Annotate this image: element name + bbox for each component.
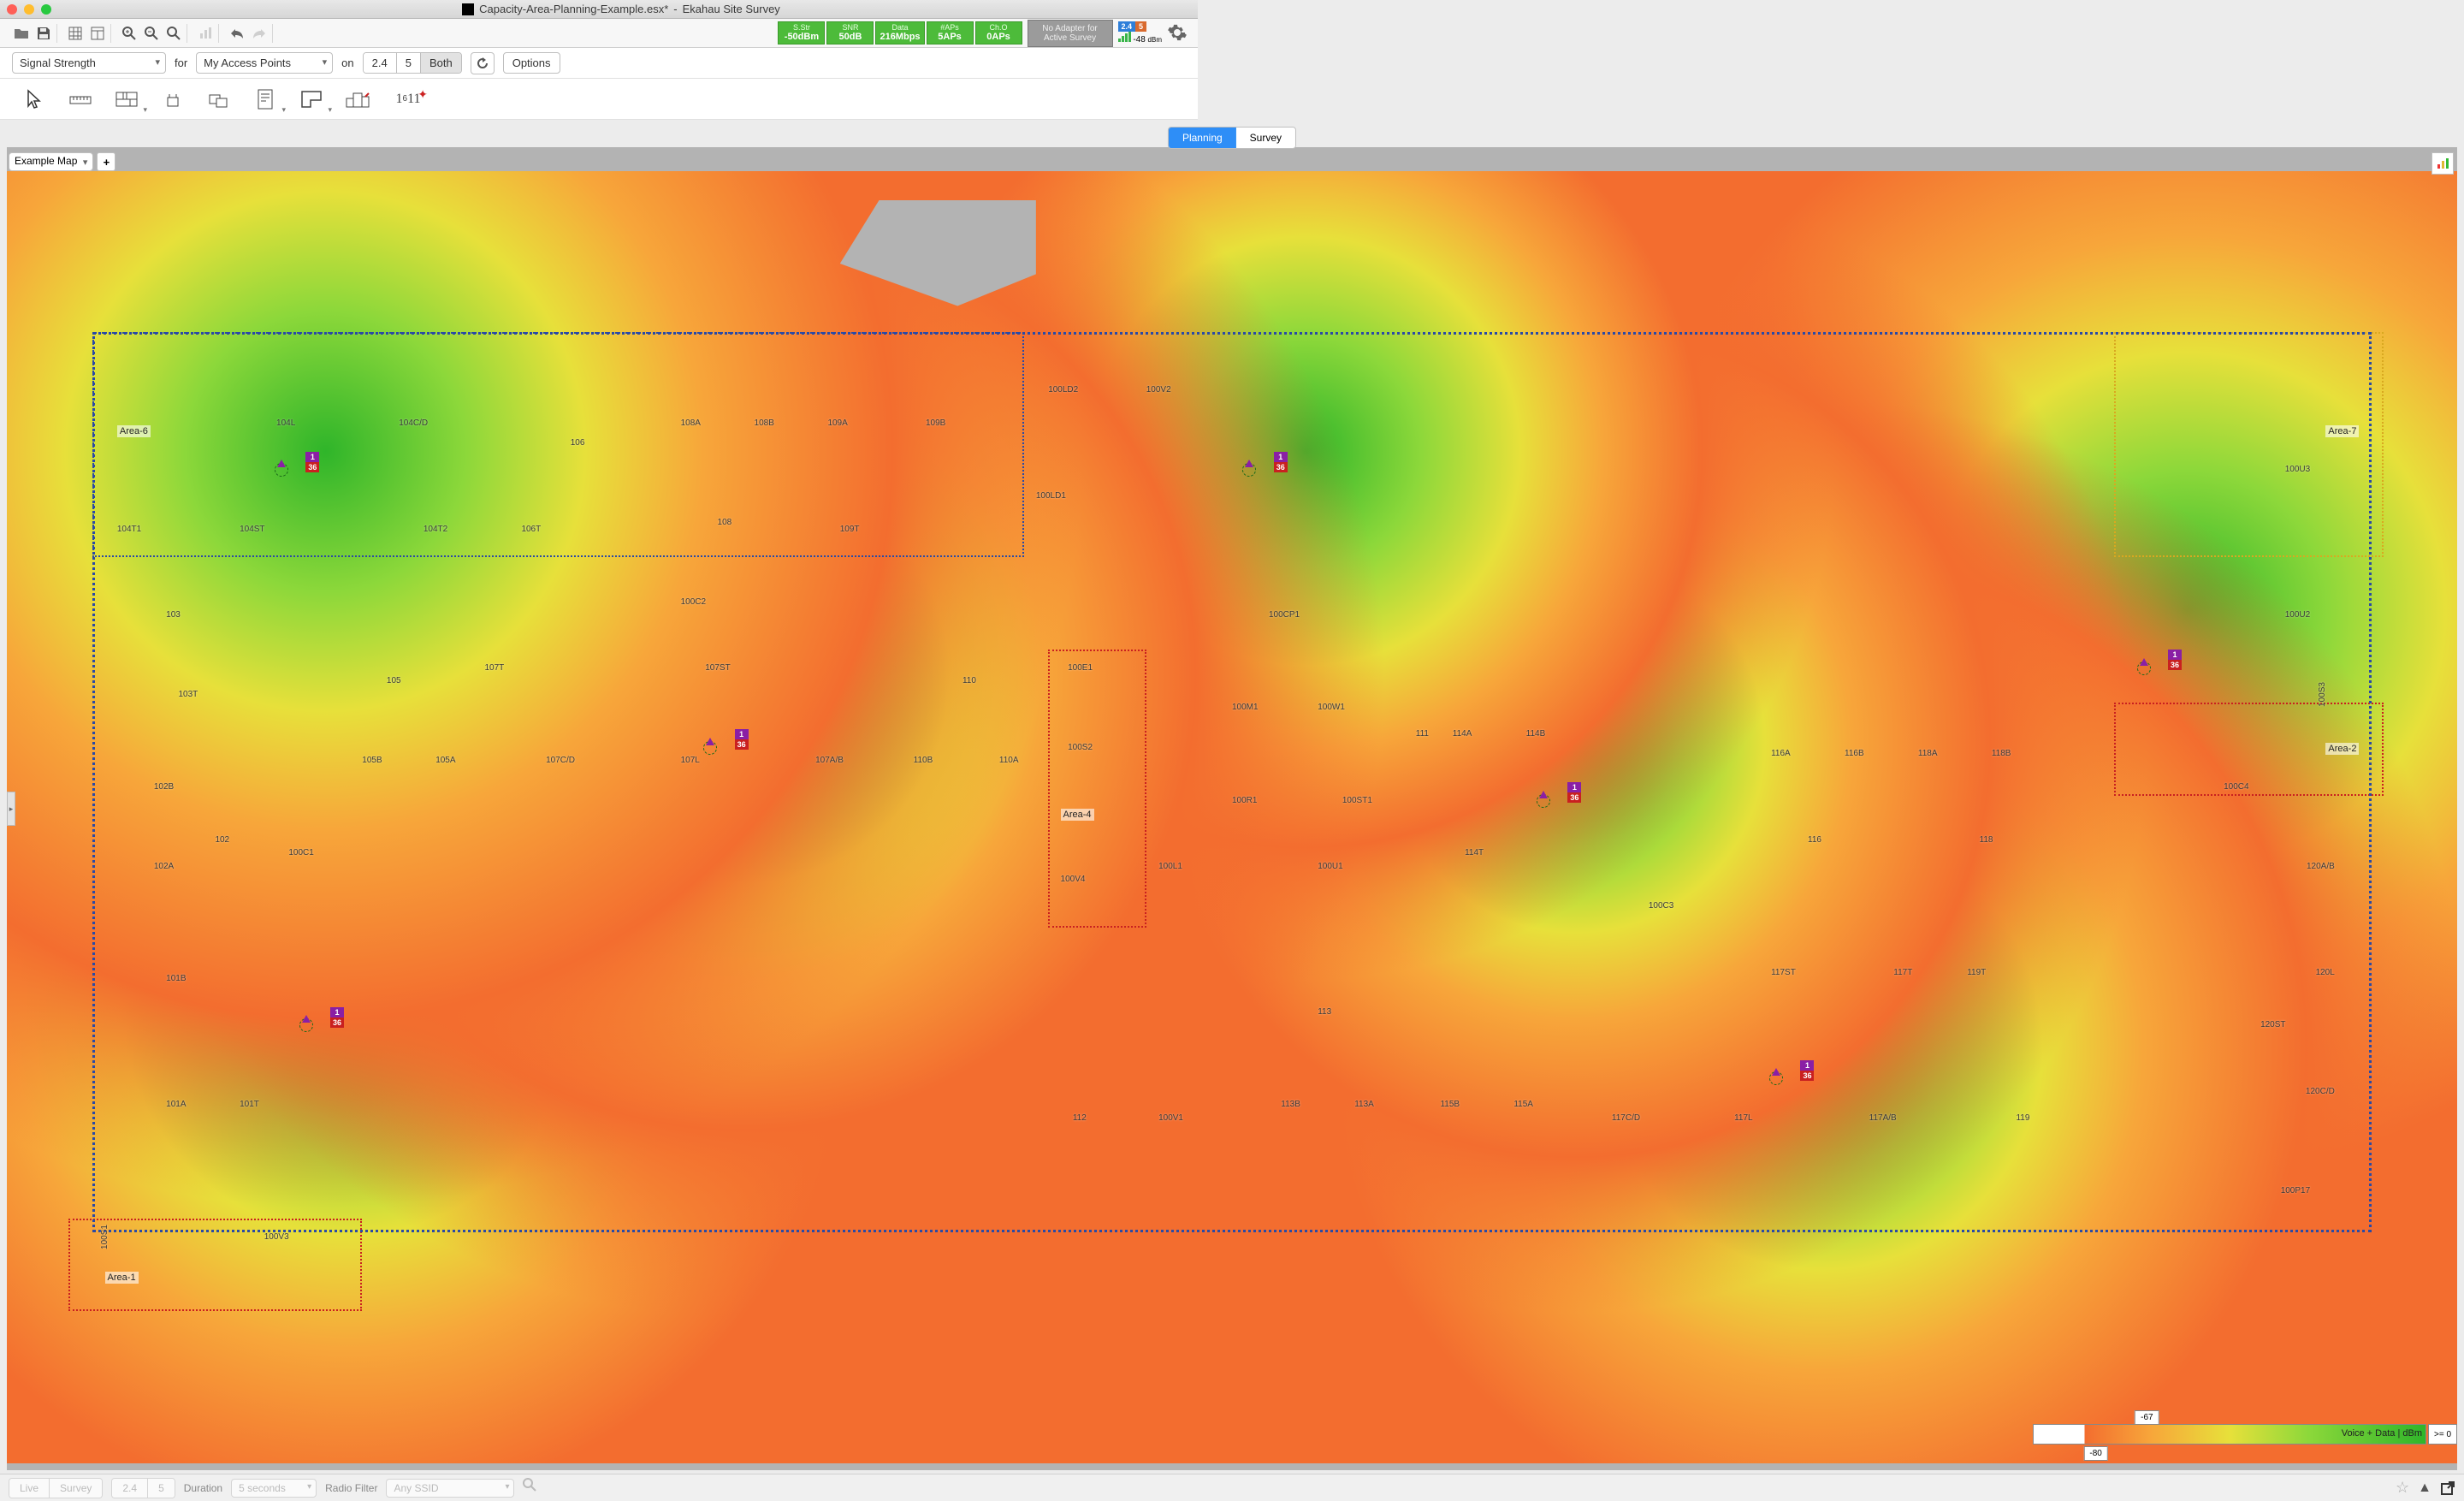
popout-icon[interactable] [2440, 1480, 2455, 1496]
map-selector: Example Map + [9, 152, 116, 171]
ap-4-channels: 136 [1567, 782, 1581, 803]
mode-live[interactable]: Live [9, 1479, 50, 1498]
scale-tool-icon[interactable] [67, 86, 94, 113]
band-indicator: 2.45 -48 dBm [1118, 22, 1162, 44]
refresh-icon[interactable] [471, 52, 495, 74]
capture-5[interactable]: 5 [148, 1479, 175, 1498]
for-label: for [175, 56, 187, 69]
duration-select[interactable]: 5 seconds [231, 1479, 317, 1498]
window-title: Capacity-Area-Planning-Example.esx* - Ek… [51, 3, 1191, 15]
adapter-status: No Adapter for Active Survey [1028, 20, 1113, 47]
grid-icon[interactable] [66, 24, 85, 43]
tab-planning[interactable]: Planning [1169, 128, 1236, 148]
close-button[interactable] [7, 4, 17, 15]
zoom-out-icon[interactable] [142, 24, 161, 43]
ap-2[interactable] [1244, 465, 1254, 475]
signal-legend: -67 Voice + Data | dBm -80 [2033, 1424, 2426, 1445]
settings-icon[interactable] [1167, 22, 1189, 44]
channel-tool-icon[interactable]: 1611✦ [390, 86, 426, 113]
mode-survey[interactable]: Survey [50, 1479, 102, 1498]
ssid-filter-select[interactable]: Any SSID [386, 1479, 514, 1498]
title-filename: Capacity-Area-Planning-Example.esx* [479, 3, 668, 15]
radiofilter-label: Radio Filter [325, 1482, 377, 1494]
map-canvas[interactable]: ▸ Example Map + Area-6 Area-7 Area-2 Are… [7, 147, 2457, 1470]
zoom-in-icon[interactable] [120, 24, 139, 43]
bottom-bar: Live Survey 2.4 5 Duration 5 seconds Rad… [0, 1474, 2464, 1501]
area-1-label: Area-1 [105, 1272, 139, 1284]
main-area-region[interactable] [92, 332, 2372, 1231]
table-icon[interactable] [88, 24, 107, 43]
on-label: on [341, 56, 353, 69]
main-toolbar: S.Str-50dBm SNR50dB Data216Mbps #APs5APs… [0, 19, 1198, 48]
ap-7[interactable] [2139, 663, 2149, 673]
ap-select[interactable]: My Access Points [196, 52, 333, 74]
area-tool-icon[interactable] [298, 86, 325, 113]
search-icon[interactable] [523, 1478, 543, 1498]
area-1-region[interactable] [68, 1219, 363, 1311]
chart-icon[interactable] [196, 24, 215, 43]
wall-tool-icon[interactable] [113, 86, 140, 113]
ap-tool-icon[interactable] [159, 86, 187, 113]
band-both[interactable]: Both [421, 53, 461, 73]
map-tools: 1611✦ [0, 79, 1198, 120]
ap-1[interactable] [276, 465, 287, 475]
ap-6[interactable] [1771, 1073, 1781, 1083]
visualization-select[interactable]: Signal Strength [12, 52, 166, 74]
ap-5[interactable] [301, 1020, 311, 1030]
mode-tabs: Planning Survey [1168, 127, 1296, 149]
status-snr: SNR50dB [826, 21, 874, 45]
tab-survey[interactable]: Survey [1236, 128, 1295, 148]
ap-5-channels: 136 [330, 1007, 344, 1028]
options-button[interactable]: Options [503, 52, 560, 74]
status-boxes: S.Str-50dBm SNR50dB Data216Mbps #APs5APs… [778, 21, 1022, 45]
minimize-button[interactable] [24, 4, 34, 15]
redo-icon[interactable] [250, 24, 269, 43]
band-24[interactable]: 2.4 [364, 53, 397, 73]
band-segment[interactable]: 2.4 5 Both [363, 52, 462, 74]
zoom-fit-icon[interactable] [164, 24, 183, 43]
report-tool-icon[interactable] [252, 86, 279, 113]
ap-7-channels: 136 [2168, 650, 2182, 670]
legend-marker-67[interactable]: -67 [2135, 1410, 2159, 1425]
sidebar-expand-handle[interactable]: ▸ [7, 792, 15, 826]
band-5[interactable]: 5 [397, 53, 421, 73]
legend-gradient: Voice + Data | dBm [2033, 1424, 2426, 1445]
title-appname: Ekahau Site Survey [683, 3, 780, 15]
maximize-button[interactable] [41, 4, 51, 15]
filter-bar: Signal Strength for My Access Points on … [0, 48, 1198, 79]
ap-4[interactable] [1538, 796, 1549, 806]
status-sstr: S.Str-50dBm [778, 21, 825, 45]
capture-24[interactable]: 2.4 [112, 1479, 148, 1498]
app-icon [462, 3, 474, 15]
capture-band-segment: 2.4 5 [111, 1478, 175, 1498]
ap-3-channels: 136 [735, 729, 749, 750]
status-cho: Ch.O0APs [975, 21, 1022, 45]
capture-mode-segment: Live Survey [9, 1478, 103, 1498]
window-controls [7, 4, 51, 15]
collapse-up-icon[interactable]: ▲ [2418, 1480, 2431, 1496]
ap-3[interactable] [705, 743, 715, 753]
titlebar: Capacity-Area-Planning-Example.esx* - Ek… [0, 0, 1198, 19]
building-tool-icon[interactable] [344, 86, 371, 113]
save-icon[interactable] [34, 24, 53, 43]
legend-toggle-icon[interactable] [2431, 152, 2454, 175]
status-data: Data216Mbps [875, 21, 924, 45]
status-aps: #APs5APs [927, 21, 974, 45]
star-icon[interactable]: ☆ [2396, 1479, 2409, 1497]
pointer-tool-icon[interactable] [21, 86, 48, 113]
ap-1-channels: 136 [305, 452, 319, 472]
undo-icon[interactable] [228, 24, 246, 43]
ap-6-channels: 136 [1800, 1060, 1814, 1081]
ap-2-channels: 136 [1274, 452, 1288, 472]
legend-max: >= 0 [2428, 1424, 2457, 1445]
duration-label: Duration [184, 1482, 222, 1494]
add-map-button[interactable]: + [97, 152, 116, 171]
map-name-select[interactable]: Example Map [9, 152, 93, 171]
copy-ap-tool-icon[interactable] [205, 86, 233, 113]
legend-marker-80[interactable]: -80 [2083, 1446, 2107, 1461]
open-icon[interactable] [12, 24, 31, 43]
